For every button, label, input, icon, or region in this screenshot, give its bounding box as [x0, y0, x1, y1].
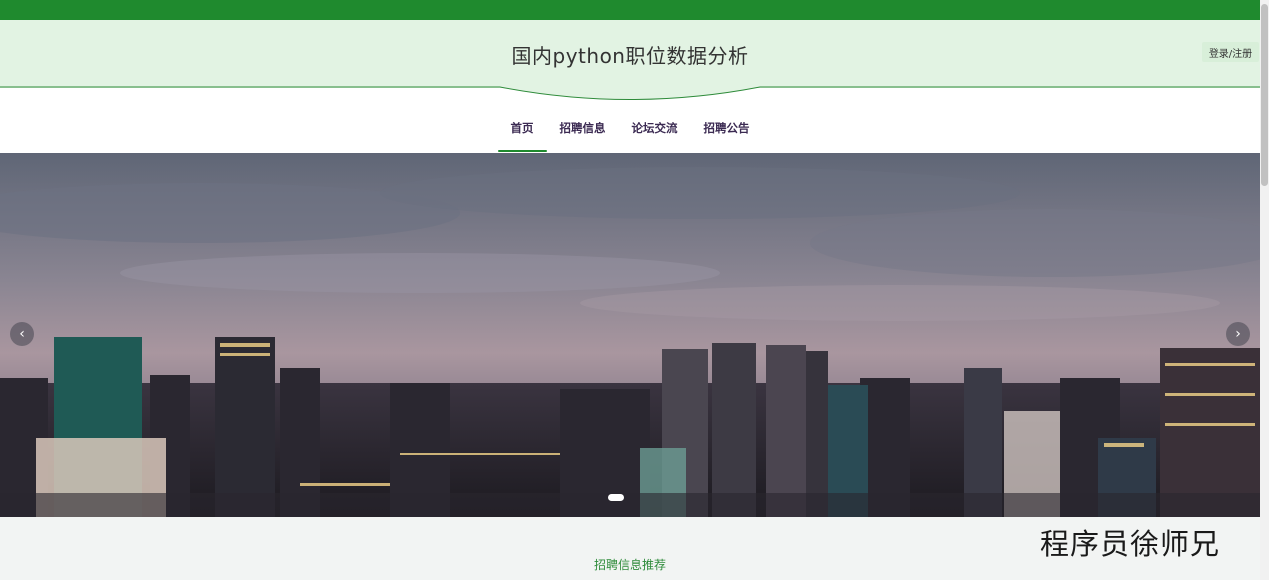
nav-item-forum[interactable]: 论坛交流 [619, 104, 691, 152]
nav-item-announcements[interactable]: 招聘公告 [691, 104, 763, 152]
city-skyline-image [0, 153, 1260, 517]
carousel-prev-button[interactable]: ‹ [10, 322, 34, 346]
chevron-left-icon: ‹ [19, 326, 25, 342]
carousel-indicator-dot[interactable] [608, 494, 624, 501]
chevron-right-icon: › [1235, 326, 1241, 342]
hero-carousel[interactable] [0, 153, 1260, 517]
site-title: 国内python职位数据分析 [511, 43, 749, 68]
carousel-next-button[interactable]: › [1226, 322, 1250, 346]
header-curve-divider [0, 86, 1260, 100]
nav-item-home[interactable]: 首页 [497, 104, 547, 152]
login-register-button[interactable]: 登录/注册 [1202, 42, 1259, 62]
main-nav: 首页 招聘信息 论坛交流 招聘公告 [0, 104, 1260, 152]
watermark-text: 程序员徐师兄 [1040, 527, 1221, 561]
top-accent-bar [0, 0, 1260, 20]
nav-item-job-info[interactable]: 招聘信息 [547, 104, 619, 152]
page-scrollbar-thumb[interactable] [1261, 4, 1268, 186]
